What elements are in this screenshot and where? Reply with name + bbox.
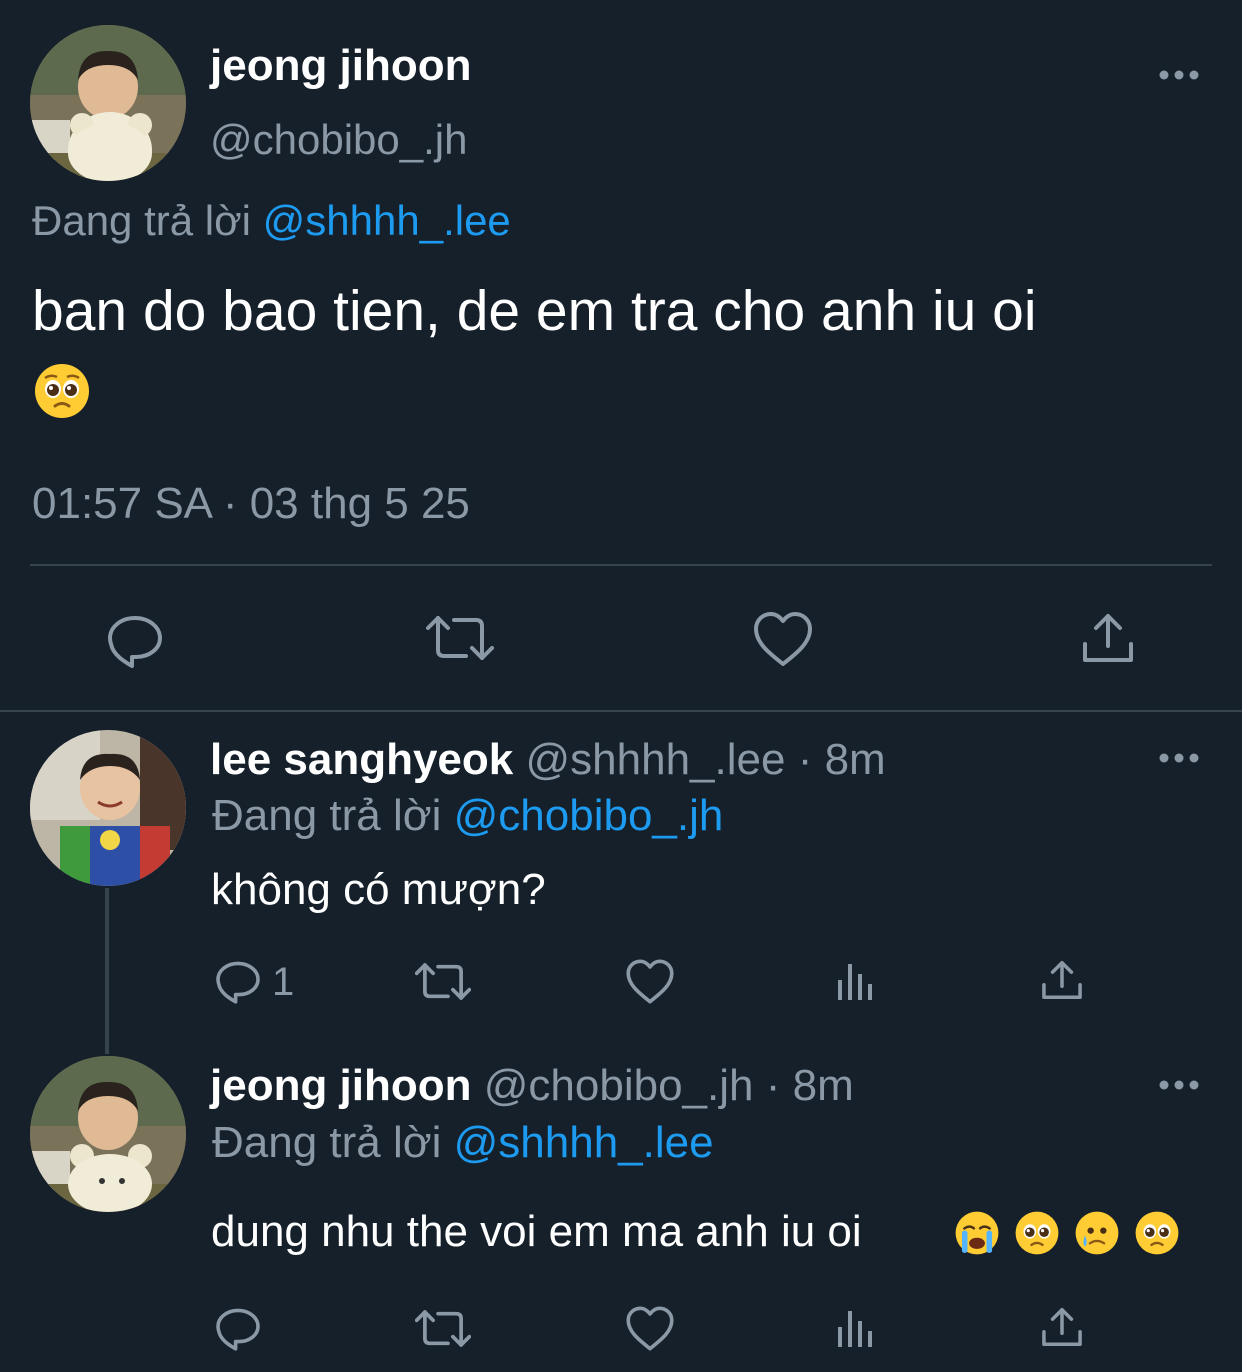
share-icon[interactable] [1040, 958, 1084, 1002]
author-handle[interactable]: @shhhh_.lee [526, 735, 786, 784]
share-icon[interactable] [1040, 1305, 1084, 1349]
timestamp[interactable]: 01:57 SA · 03 thg 5 25 [32, 477, 470, 531]
replying-to-label: Đang trả lời [212, 1118, 442, 1167]
more-options-icon[interactable] [1158, 68, 1200, 87]
avatar[interactable] [30, 1056, 186, 1212]
replying-to: Đang trả lời @shhhh_.lee [32, 195, 511, 247]
avatar[interactable] [30, 25, 186, 181]
tweet-text: không có mượn? [211, 865, 546, 914]
pleading-face-emoji [33, 362, 91, 425]
replying-to: Đang trả lời @chobibo_.jh [212, 790, 723, 842]
share-icon[interactable] [1080, 610, 1136, 666]
tweet-text-row: dung nhu the voi em ma anh iu oi [211, 1205, 862, 1259]
pleading-face-emoji [1134, 1210, 1180, 1261]
pleading-face-emoji [1014, 1210, 1060, 1261]
more-options-icon[interactable] [1158, 751, 1200, 770]
reply-icon[interactable] [214, 957, 262, 1005]
more-options-icon[interactable] [1158, 1078, 1200, 1097]
loudly-crying-face-emoji [954, 1210, 1000, 1261]
reply-header: jeong jihoon @chobibo_.jh · 8m [210, 1060, 854, 1112]
time-ago[interactable]: · 8m [798, 735, 886, 784]
tweet-text: ban do bao tien, de em tra cho anh iu oi [32, 279, 1037, 343]
reply-header: lee sanghyeok @shhhh_.lee · 8m [210, 734, 886, 786]
retweet-icon[interactable] [415, 960, 471, 1003]
replying-to-handle[interactable]: @shhhh_.lee [454, 1118, 714, 1167]
like-icon[interactable] [625, 958, 675, 1005]
author-handle[interactable]: @chobibo_.jh [484, 1061, 754, 1110]
reply-icon[interactable] [214, 1304, 262, 1352]
like-icon[interactable] [752, 610, 814, 668]
reply-count: 1 [272, 960, 295, 1004]
face-holding-back-tears-emoji [1074, 1210, 1120, 1261]
tweet-text: dung nhu the voi em ma anh iu oi [211, 1207, 862, 1256]
author-name[interactable]: lee sanghyeok [210, 735, 513, 784]
reply-icon[interactable] [105, 610, 165, 670]
views-icon[interactable] [836, 1307, 876, 1349]
retweet-icon[interactable] [426, 612, 494, 664]
time-ago[interactable]: · 8m [766, 1061, 854, 1110]
retweet-icon[interactable] [415, 1307, 471, 1350]
author-handle[interactable]: @chobibo_.jh [210, 114, 467, 166]
replying-to-label: Đang trả lời [212, 791, 442, 840]
author-name[interactable]: jeong jihoon [210, 40, 472, 92]
views-icon[interactable] [836, 960, 876, 1002]
replying-to: Đang trả lời @shhhh_.lee [212, 1117, 714, 1169]
avatar[interactable] [30, 730, 186, 886]
thread-line [105, 888, 109, 1054]
like-icon[interactable] [625, 1305, 675, 1352]
divider [30, 564, 1212, 566]
section-divider [0, 710, 1242, 712]
replying-to-handle[interactable]: @chobibo_.jh [454, 791, 724, 840]
author-name[interactable]: jeong jihoon [210, 1061, 472, 1110]
replying-to-label: Đang trả lời [32, 197, 251, 244]
replying-to-handle[interactable]: @shhhh_.lee [263, 197, 511, 244]
